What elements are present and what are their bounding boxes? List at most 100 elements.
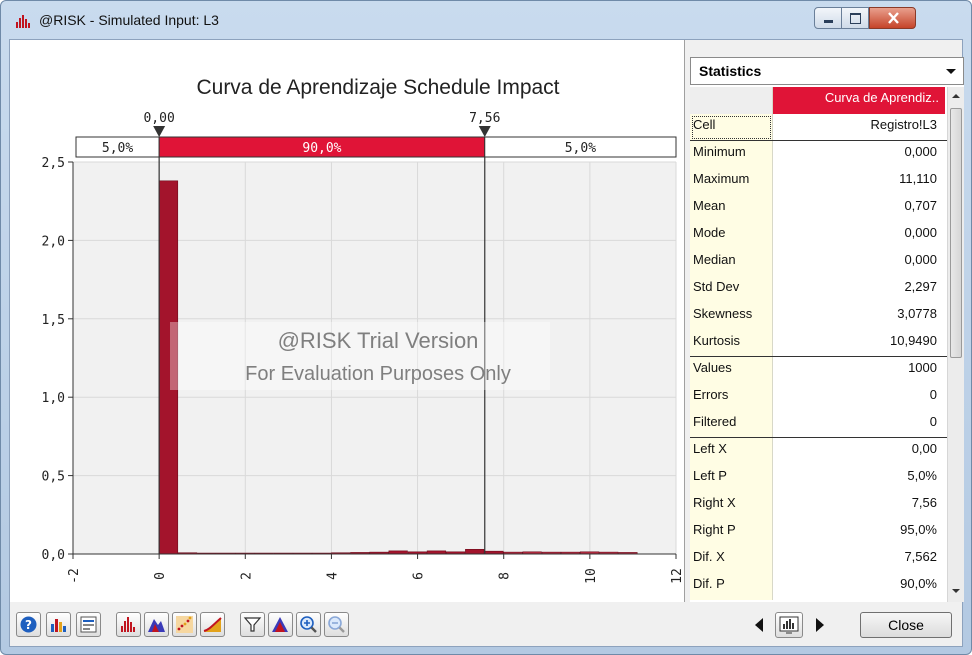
statistics-scrollbar[interactable]: [947, 87, 964, 602]
stat-row[interactable]: Minimum 0,000: [690, 141, 947, 168]
fit-distribution-button[interactable]: [268, 612, 293, 637]
stat-row[interactable]: Maximum 11,110: [690, 168, 947, 195]
stat-row[interactable]: Kurtosis 10,9490: [690, 330, 947, 357]
y-tick-label: 0,5: [42, 470, 65, 485]
right-delimiter-handle: [478, 126, 491, 137]
close-button[interactable]: Close: [860, 612, 952, 638]
grid-corner: [690, 87, 773, 114]
fit-icon: [272, 617, 288, 632]
scatter-view-button[interactable]: [172, 612, 197, 637]
column-header[interactable]: Curva de Aprendiz..: [773, 87, 945, 114]
stat-value: 95,0%: [900, 522, 937, 537]
left-delimiter-value: 0,00: [143, 111, 174, 126]
x-tick-label: 6: [412, 572, 427, 580]
stat-value: 0,000: [904, 225, 937, 240]
y-tick-label: 1,5: [42, 313, 65, 328]
x-tick-label: 8: [498, 572, 513, 580]
stat-value: 0,000: [904, 252, 937, 267]
histogram-view-button[interactable]: [116, 612, 141, 637]
summary-button[interactable]: [46, 612, 71, 637]
close-icon: [888, 12, 899, 24]
zoom-in-button[interactable]: [296, 612, 321, 637]
x-tick-label: 10: [584, 568, 599, 584]
stat-value: 0: [929, 414, 937, 429]
watermark-line2: For Evaluation Purposes Only: [245, 363, 511, 385]
stat-row[interactable]: Right X 7,56: [690, 492, 947, 519]
scroll-down-icon[interactable]: [951, 587, 961, 595]
stat-label: Errors: [690, 384, 773, 411]
minimize-button[interactable]: [814, 7, 842, 29]
window-client: 0,0 0,5 1,0 1,5 2,0 2,5 -2 0 2 4 6 8 10 12 Curva de A…: [9, 39, 964, 647]
stat-row[interactable]: Mode 0,000: [690, 222, 947, 249]
chevron-down-icon[interactable]: [943, 62, 959, 80]
zoom-in-icon: [300, 616, 317, 633]
scatter-icon: [176, 616, 193, 633]
x-tick-label: 4: [325, 572, 340, 580]
filter-icon: [243, 617, 262, 632]
cumulative-icon: [203, 617, 222, 632]
x-tick-label: 2: [239, 572, 254, 580]
zoom-out-button[interactable]: [324, 612, 349, 637]
stat-row[interactable]: Mean 0,707: [690, 195, 947, 222]
stat-row[interactable]: Std Dev 2,297: [690, 276, 947, 303]
density-view-button[interactable]: [144, 612, 169, 637]
maximize-button[interactable]: [842, 7, 869, 29]
stat-row[interactable]: Dif. P 90,0%: [690, 573, 947, 600]
stat-value: 11,110: [899, 171, 937, 186]
scroll-thumb[interactable]: [950, 108, 962, 358]
stat-label: Mean: [690, 195, 773, 222]
graph-layout-button[interactable]: [775, 612, 803, 638]
stat-value: 7,562: [904, 549, 937, 564]
previous-arrow-icon[interactable]: [747, 612, 772, 638]
stat-row[interactable]: Right P 95,0%: [690, 519, 947, 546]
close-window-button[interactable]: [869, 7, 916, 29]
help-icon: ?: [20, 616, 37, 633]
stat-value: 90,0%: [900, 576, 937, 591]
grid-header-row: Curva de Aprendiz..: [690, 87, 947, 114]
histogram-chart[interactable]: 0,0 0,5 1,0 1,5 2,0 2,5 -2 0 2 4 6 8 10 12 Curva de A…: [10, 40, 685, 602]
stat-label: Left X: [690, 438, 773, 465]
stat-label: Kurtosis: [690, 330, 773, 357]
filter-button[interactable]: [240, 612, 265, 637]
stat-label: Values: [690, 357, 773, 384]
scroll-up-icon[interactable]: [951, 92, 961, 100]
stat-value: Registro!L3: [870, 117, 937, 132]
stat-label: Left P: [690, 465, 773, 492]
chart-title: Curva de Aprendizaje Schedule Impact: [196, 76, 559, 99]
stat-value: 0,000: [904, 144, 937, 159]
y-tick-label: 2,0: [42, 234, 65, 249]
risk-window: @RISK - Simulated Input: L3 0,0 0,5 1,0 1,5…: [0, 0, 972, 655]
stat-label: Skewness: [690, 303, 773, 330]
stat-row[interactable]: Left P 5,0%: [690, 465, 947, 492]
report-button[interactable]: [76, 612, 101, 637]
report-icon: [80, 616, 97, 633]
band-left-percent: 5,0%: [102, 141, 133, 156]
statistics-grid[interactable]: Curva de Aprendiz.. Cell Registro!L3 Minim…: [690, 87, 947, 602]
band-middle-percent: 90,0%: [302, 141, 341, 156]
stat-row[interactable]: Dif. X 7,562: [690, 546, 947, 573]
stat-row[interactable]: Errors 0: [690, 384, 947, 411]
graph-layout-icon: [779, 616, 799, 634]
chart-pane[interactable]: 0,0 0,5 1,0 1,5 2,0 2,5 -2 0 2 4 6 8 10 12 Curva de A…: [10, 40, 685, 602]
help-button[interactable]: ?: [16, 612, 41, 637]
stat-label: Cell: [690, 114, 773, 141]
right-delimiter-value: 7,56: [469, 111, 500, 126]
stat-row[interactable]: Values 1000: [690, 357, 947, 384]
x-tick-label: 12: [670, 568, 684, 584]
stat-row[interactable]: Left X 0,00: [690, 438, 947, 465]
stat-row[interactable]: Filtered 0: [690, 411, 947, 438]
cumulative-view-button[interactable]: [200, 612, 225, 637]
stat-value: 1000: [908, 360, 937, 375]
stat-row[interactable]: Median 0,000: [690, 249, 947, 276]
stat-row[interactable]: Cell Registro!L3: [690, 114, 947, 141]
stat-label: Dif. P: [690, 573, 773, 600]
next-arrow-icon[interactable]: [807, 612, 832, 638]
statistics-selector[interactable]: Statistics: [690, 57, 964, 85]
stat-row[interactable]: Skewness 3,0778: [690, 303, 947, 330]
maximize-icon: [850, 13, 861, 24]
stat-value: 3,0778: [897, 306, 937, 321]
stat-value: 0,00: [911, 441, 937, 456]
y-tick-label: 0,0: [42, 548, 65, 563]
x-tick-label: -2: [67, 568, 82, 584]
stat-value: 7,56: [911, 495, 937, 510]
